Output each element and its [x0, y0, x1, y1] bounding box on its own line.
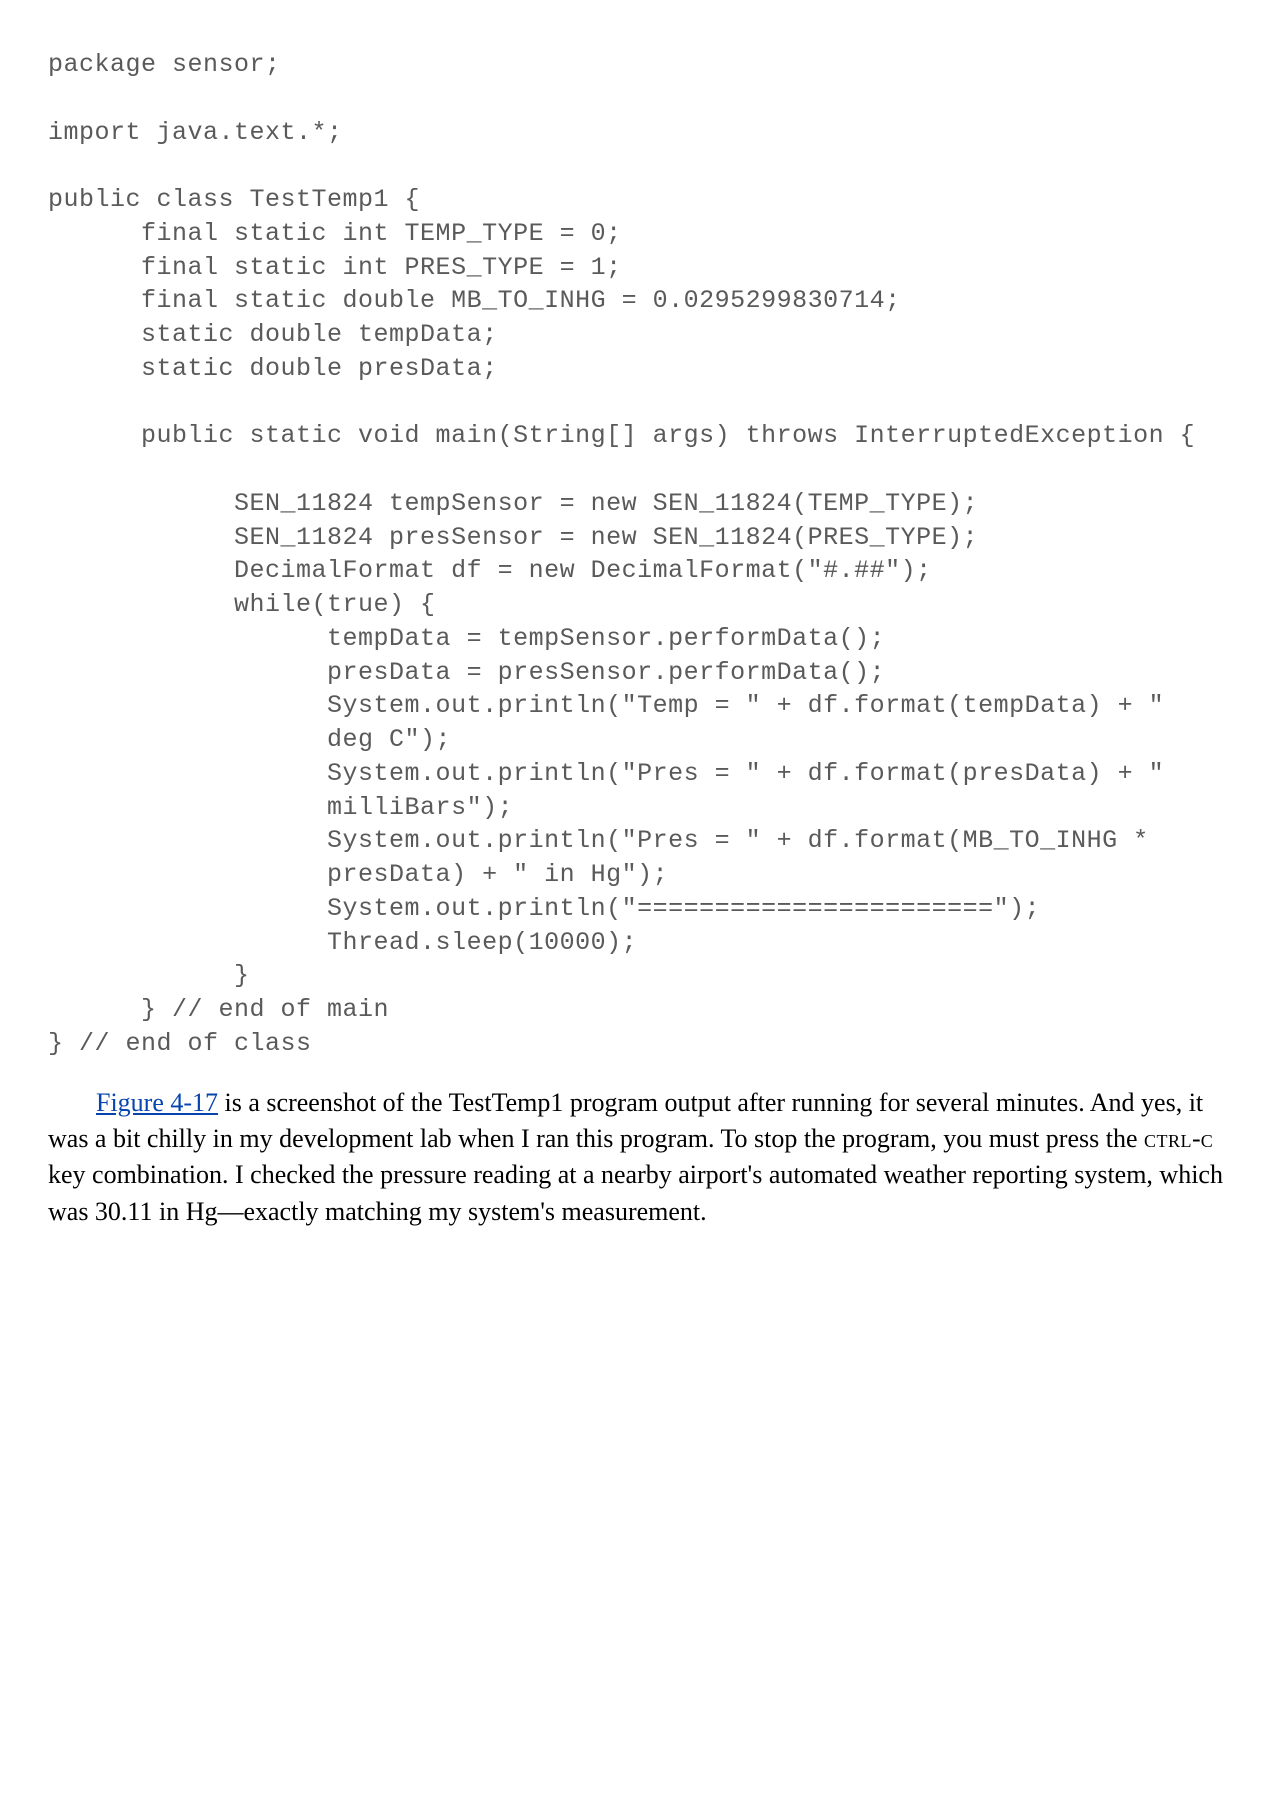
code-line: import java.text.*; — [48, 118, 343, 147]
code-line: milliBars"); — [48, 793, 513, 822]
body-paragraph: Figure 4-17 is a screenshot of the TestT… — [48, 1085, 1232, 1231]
code-line: package sensor; — [48, 50, 281, 79]
code-line: public static void main(String[] args) t… — [48, 421, 1195, 450]
ctrl-dash: - — [1192, 1124, 1201, 1153]
code-line: final static double MB_TO_INHG = 0.02952… — [48, 286, 901, 315]
code-line: System.out.println("Pres = " + df.format… — [48, 826, 1149, 855]
code-line: SEN_11824 presSensor = new SEN_11824(PRE… — [48, 523, 978, 552]
code-line: presData = presSensor.performData(); — [48, 658, 885, 687]
c-key-text: c — [1201, 1124, 1214, 1153]
body-text-2: key combination. I checked the pressure … — [48, 1160, 1223, 1225]
body-text-1: is a screenshot of the TestTemp1 program… — [48, 1088, 1203, 1153]
code-line: presData) + " in Hg"); — [48, 860, 668, 889]
code-line: deg C"); — [48, 725, 451, 754]
code-line: tempData = tempSensor.performData(); — [48, 624, 885, 653]
code-line: while(true) { — [48, 590, 436, 619]
code-line: static double tempData; — [48, 320, 498, 349]
code-line: } — [48, 961, 250, 990]
code-block: package sensor; import java.text.*; publ… — [48, 48, 1232, 1061]
code-line: DecimalFormat df = new DecimalFormat("#.… — [48, 556, 932, 585]
code-line: final static int TEMP_TYPE = 0; — [48, 219, 622, 248]
code-line: SEN_11824 tempSensor = new SEN_11824(TEM… — [48, 489, 978, 518]
code-line: Thread.sleep(10000); — [48, 928, 637, 957]
code-line: static double presData; — [48, 354, 498, 383]
code-line: final static int PRES_TYPE = 1; — [48, 253, 622, 282]
code-line: public class TestTemp1 { — [48, 185, 420, 214]
code-line: System.out.println("====================… — [48, 894, 1040, 923]
code-line: } // end of main — [48, 995, 389, 1024]
code-line: } // end of class — [48, 1029, 312, 1058]
ctrl-key-text: ctrl — [1144, 1124, 1192, 1153]
figure-link[interactable]: Figure 4-17 — [96, 1088, 218, 1117]
code-line: System.out.println("Pres = " + df.format… — [48, 759, 1164, 788]
code-line: System.out.println("Temp = " + df.format… — [48, 691, 1164, 720]
